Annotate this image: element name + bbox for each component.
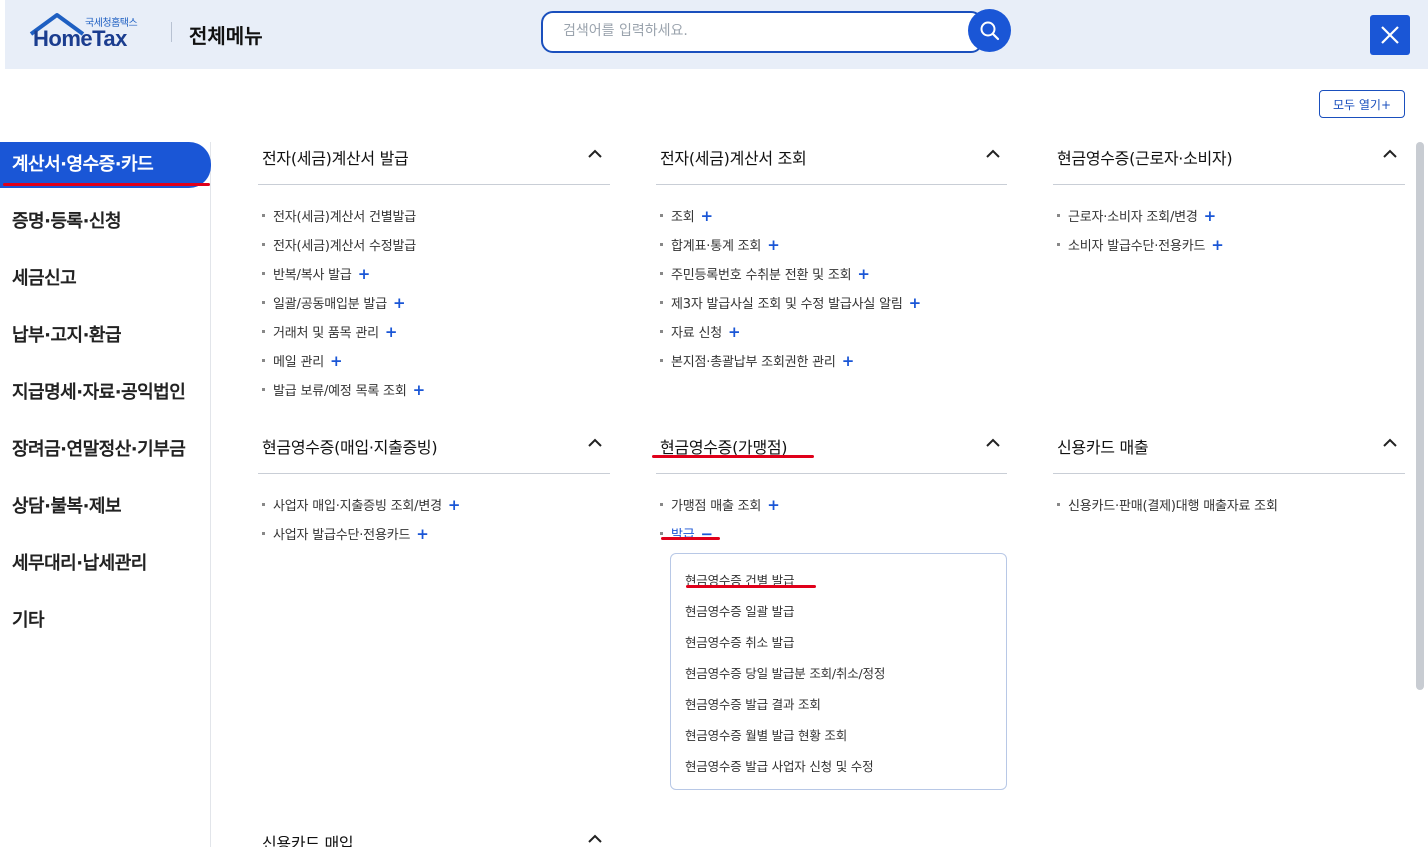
plus-icon[interactable]: + bbox=[330, 352, 343, 370]
menu-item[interactable]: 조회 + bbox=[660, 206, 713, 225]
section-divider bbox=[1053, 473, 1405, 474]
menu-item[interactable]: 전자(세금)계산서 건별발급 bbox=[262, 206, 416, 225]
search-icon bbox=[980, 21, 999, 40]
menu-item[interactable]: 본지점·총괄납부 조회권한 관리 + bbox=[660, 351, 854, 370]
chevron-up-icon[interactable] bbox=[1383, 149, 1397, 159]
submenu-item[interactable]: 현금영수증 일괄 발급 bbox=[685, 601, 794, 620]
plus-icon[interactable]: + bbox=[448, 496, 461, 514]
search-button[interactable] bbox=[968, 9, 1011, 52]
close-button[interactable] bbox=[1370, 15, 1410, 55]
menu-item[interactable]: 제3자 발급사실 조회 및 수정 발급사실 알림 + bbox=[660, 293, 921, 312]
submenu-panel: 현금영수증 건별 발급 현금영수증 일괄 발급 현금영수증 취소 발급 현금영수… bbox=[670, 553, 1007, 790]
sidebar-item-invoice-receipt-card[interactable]: 계산서·영수증·카드 bbox=[0, 142, 211, 188]
submenu-item[interactable]: 현금영수증 취소 발급 bbox=[685, 632, 794, 651]
menu-item[interactable]: 소비자 발급수단·전용카드 + bbox=[1057, 235, 1224, 254]
plus-icon[interactable]: + bbox=[385, 323, 398, 341]
plus-icon[interactable]: + bbox=[728, 323, 741, 341]
chevron-up-icon[interactable] bbox=[986, 438, 1000, 448]
header-divider bbox=[171, 22, 172, 42]
sidebar: 계산서·영수증·카드 증명·등록·신청 세금신고 납부·고지·환급 지급명세·자… bbox=[0, 142, 211, 847]
menu-item[interactable]: 메일 관리 + bbox=[262, 351, 343, 370]
search-box bbox=[541, 11, 983, 53]
sidebar-item-certificate[interactable]: 증명·등록·신청 bbox=[0, 199, 211, 245]
submenu-item[interactable]: 현금영수증 당일 발급분 조회/취소/정정 bbox=[685, 663, 885, 682]
menu-item[interactable]: 사업자 매입·지출증빙 조회/변경 + bbox=[262, 495, 460, 514]
plus-icon[interactable]: + bbox=[767, 496, 780, 514]
sidebar-item-incentive[interactable]: 장려금·연말정산·기부금 bbox=[0, 427, 211, 473]
section-title[interactable]: 현금영수증(매입·지출증빙) bbox=[262, 434, 438, 458]
plus-icon[interactable]: + bbox=[857, 265, 870, 283]
sidebar-item-consulting[interactable]: 상담·불복·제보 bbox=[0, 484, 211, 530]
plus-icon[interactable]: + bbox=[393, 294, 406, 312]
sidebar-item-tax-agent[interactable]: 세무대리·납세관리 bbox=[0, 541, 211, 587]
sidebar-item-statement[interactable]: 지급명세·자료·공익법인 bbox=[0, 370, 211, 416]
menu-item[interactable]: 일괄/공동매입분 발급 + bbox=[262, 293, 406, 312]
submenu-item[interactable]: 현금영수증 발급 사업자 신청 및 수정 bbox=[685, 756, 874, 775]
highlight-underline bbox=[3, 183, 210, 186]
chevron-up-icon[interactable] bbox=[588, 834, 602, 844]
section-divider bbox=[258, 473, 610, 474]
highlight-underline bbox=[652, 455, 814, 458]
open-all-button[interactable]: 모두 열기+ bbox=[1319, 90, 1405, 118]
menu-item[interactable]: 거래처 및 품목 관리 + bbox=[262, 322, 397, 341]
logo-text: HomeTax bbox=[33, 26, 127, 51]
chevron-up-icon[interactable] bbox=[1383, 438, 1397, 448]
scrollbar[interactable] bbox=[1416, 142, 1424, 690]
section-divider bbox=[656, 184, 1007, 185]
highlight-underline bbox=[686, 585, 816, 588]
search-input[interactable] bbox=[563, 13, 963, 49]
plus-icon[interactable]: + bbox=[767, 236, 780, 254]
highlight-underline bbox=[661, 537, 720, 540]
section-title[interactable]: 현금영수증(근로자·소비자) bbox=[1057, 145, 1233, 169]
close-icon bbox=[1381, 26, 1399, 44]
menu-item[interactable]: 합계표·통계 조회 + bbox=[660, 235, 780, 254]
chevron-up-icon[interactable] bbox=[588, 438, 602, 448]
section-title[interactable]: 전자(세금)계산서 조회 bbox=[660, 145, 807, 169]
page-title: 전체메뉴 bbox=[189, 24, 263, 48]
sidebar-item-etc[interactable]: 기타 bbox=[0, 598, 211, 644]
plus-icon[interactable]: + bbox=[842, 352, 855, 370]
plus-icon[interactable]: + bbox=[413, 381, 426, 399]
menu-item[interactable]: 가맹점 매출 조회 + bbox=[660, 495, 780, 514]
menu-item[interactable]: 발급 보류/예정 목록 조회 + bbox=[262, 380, 425, 399]
chevron-up-icon[interactable] bbox=[986, 149, 1000, 159]
hometax-logo[interactable]: 국세청홈택스 HomeTax bbox=[27, 10, 152, 58]
plus-icon[interactable]: + bbox=[416, 525, 429, 543]
section-title[interactable]: 신용카드 매출 bbox=[1057, 434, 1149, 458]
menu-item[interactable]: 신용카드·판매(결제)대행 매출자료 조회 bbox=[1057, 495, 1278, 514]
menu-item[interactable]: 자료 신청 + bbox=[660, 322, 741, 341]
sidebar-item-payment[interactable]: 납부·고지·환급 bbox=[0, 313, 211, 359]
submenu-item[interactable]: 현금영수증 발급 결과 조회 bbox=[685, 694, 821, 713]
menu-item[interactable]: 반복/복사 발급 + bbox=[262, 264, 370, 283]
plus-icon[interactable]: + bbox=[909, 294, 922, 312]
section-divider bbox=[258, 184, 610, 185]
plus-icon[interactable]: + bbox=[1211, 236, 1224, 254]
section-divider bbox=[1053, 184, 1405, 185]
chevron-up-icon[interactable] bbox=[588, 149, 602, 159]
menu-item-expanded[interactable]: 발급 − bbox=[660, 524, 713, 543]
menu-item[interactable]: 전자(세금)계산서 수정발급 bbox=[262, 235, 416, 254]
plus-icon[interactable]: + bbox=[1204, 207, 1217, 225]
submenu-item[interactable]: 현금영수증 월별 발급 현황 조회 bbox=[685, 725, 847, 744]
section-divider bbox=[656, 473, 1007, 474]
sidebar-item-tax-report[interactable]: 세금신고 bbox=[0, 256, 211, 302]
plus-icon[interactable]: + bbox=[701, 207, 714, 225]
menu-item[interactable]: 근로자·소비자 조회/변경 + bbox=[1057, 206, 1216, 225]
menu-item[interactable]: 주민등록번호 수취분 전환 및 조회 + bbox=[660, 264, 870, 283]
section-title[interactable]: 전자(세금)계산서 발급 bbox=[262, 145, 409, 169]
section-title[interactable]: 신용카드 매입 bbox=[262, 830, 354, 847]
plus-icon[interactable]: + bbox=[358, 265, 371, 283]
menu-item[interactable]: 사업자 발급수단·전용카드 + bbox=[262, 524, 429, 543]
